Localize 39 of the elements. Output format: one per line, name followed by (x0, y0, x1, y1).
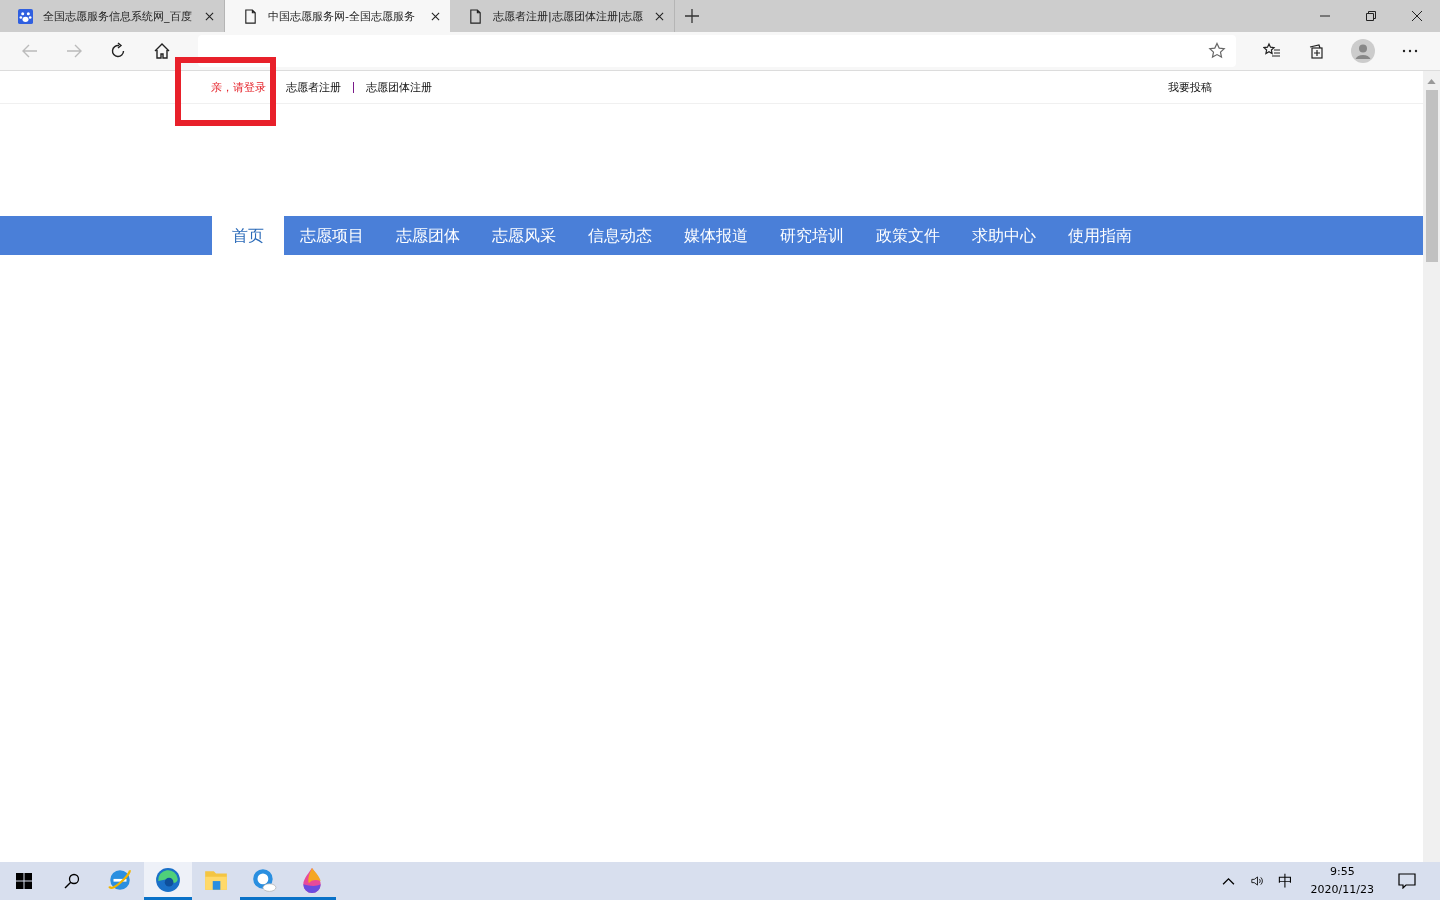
input-method-indicator[interactable]: 中 (1277, 871, 1293, 891)
chevron-up-icon[interactable] (1221, 875, 1235, 887)
register-link[interactable]: 志愿团体注册 (366, 79, 432, 95)
close-icon[interactable] (431, 11, 440, 21)
browser-wave-icon[interactable] (144, 862, 192, 900)
start-icon[interactable] (16, 873, 32, 889)
refresh-icon[interactable] (109, 42, 127, 60)
clock-date[interactable]: 2020/11/23 (1310, 881, 1374, 899)
close-icon[interactable] (655, 11, 664, 21)
login-link[interactable]: 亲，请登录 (211, 79, 266, 95)
browser-tab[interactable]: 中国志愿服务网-全国志愿服务 (225, 0, 450, 32)
nav-item[interactable]: 研究培训 (764, 216, 860, 255)
page-icon (468, 8, 483, 24)
register-link[interactable]: 志愿者注册 (286, 79, 341, 95)
nav-item[interactable]: 求助中心 (956, 216, 1052, 255)
nav-item[interactable]: 志愿项目 (284, 216, 380, 255)
profile-avatar-icon[interactable] (1351, 39, 1375, 63)
nav-item[interactable]: 政策文件 (860, 216, 956, 255)
home-icon[interactable] (153, 42, 171, 60)
nav-item[interactable]: 使用指南 (1052, 216, 1148, 255)
nav-item[interactable]: 信息动态 (572, 216, 668, 255)
speaker-icon[interactable] (1250, 875, 1264, 887)
search-icon[interactable] (64, 873, 80, 889)
close-icon[interactable] (205, 11, 214, 21)
clock-time[interactable]: 9:55 (1329, 863, 1355, 881)
contribute-link[interactable]: 我要投稿 (1168, 79, 1212, 95)
nav-item[interactable]: 媒体报道 (668, 216, 764, 255)
collections-icon[interactable] (1307, 42, 1325, 60)
nav-item[interactable]: 志愿风采 (476, 216, 572, 255)
new-tab-icon[interactable] (685, 9, 699, 23)
nav-item[interactable]: 志愿团体 (380, 216, 476, 255)
nav-item[interactable]: 首页 (212, 216, 284, 255)
favorites-icon[interactable] (1263, 42, 1281, 60)
page-icon (243, 8, 258, 24)
star-icon[interactable] (1208, 42, 1226, 60)
paw-icon (18, 8, 33, 24)
scroll-thumb[interactable] (1425, 90, 1438, 262)
notification-icon[interactable] (1398, 873, 1416, 889)
scrollbar[interactable] (1423, 71, 1440, 862)
